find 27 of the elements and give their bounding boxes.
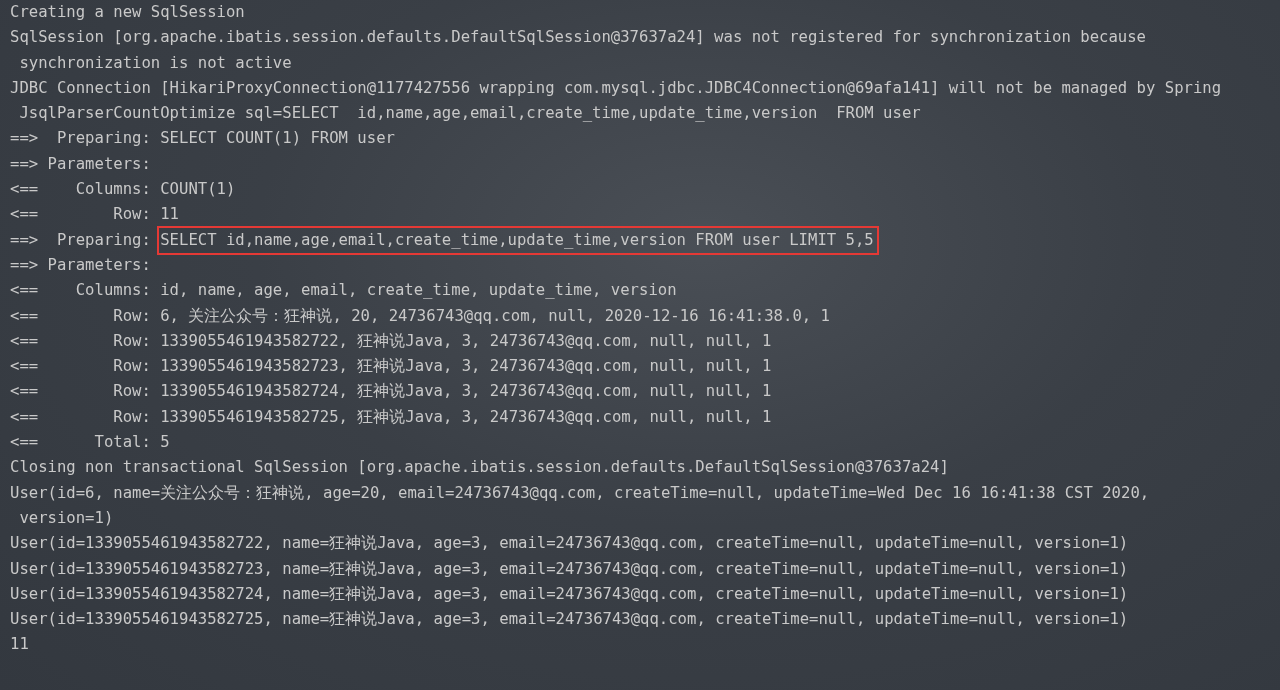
log-line: 11 [10, 634, 29, 656]
log-line: <== Row: 11 [10, 204, 179, 226]
log-line: Closing non transactional SqlSession [org.apache.ibatis.session.defaults.DefaultSqlSession@37637a24] [10, 457, 949, 479]
log-line: <== Row: 1339055461943582722, 狂神说Java, 3, 24736743@qq.com, null, null, 1 [10, 330, 772, 352]
highlighted-sql: SELECT id,name,age,email,create_time,update_time,version FROM user LIMIT 5,5 [157, 225, 879, 255]
log-line: <== Total: 5 [10, 432, 170, 454]
log-line: User(id=1339055461943582722, name=狂神说Java, age=3, email=24736743@qq.com, createTime=null, updateTime=null, version=1) [10, 533, 1129, 555]
log-line: <== Row: 1339055461943582723, 狂神说Java, 3, 24736743@qq.com, null, null, 1 [10, 356, 772, 378]
log-line: ==> Parameters: [10, 153, 152, 175]
log-line: JsqlParserCountOptimize sql=SELECT id,name,age,email,create_time,update_time,version FROM user [18, 103, 921, 125]
log-line: <== Row: 1339055461943582725, 狂神说Java, 3, 24736743@qq.com, null, null, 1 [10, 406, 772, 428]
log-line: User(id=1339055461943582725, name=狂神说Java, age=3, email=24736743@qq.com, createTime=null, updateTime=null, version=1) [10, 609, 1129, 631]
log-line: synchronization is not active [18, 52, 292, 74]
log-line: <== Row: 6, 关注公众号：狂神说, 20, 24736743@qq.com, null, 2020-12-16 16:41:38.0, 1 [10, 305, 830, 327]
log-line: ==> Parameters: [10, 254, 152, 276]
log-line: version=1) [18, 507, 114, 529]
log-line: JDBC Connection [HikariProxyConnection@1177427556 wrapping com.mysql.jdbc.JDBC4Connection@69afa141] will not be managed by Spring [10, 77, 1222, 99]
log-line: Creating a new SqlSession [10, 2, 245, 23]
log-line: User(id=6, name=关注公众号：狂神说, age=20, email=24736743@qq.com, createTime=null, updateTime=Wed Dec 16 16:41:38 CST 2020, [10, 482, 1150, 504]
log-line: User(id=1339055461943582724, name=狂神说Java, age=3, email=24736743@qq.com, createTime=null, updateTime=null, version=1) [10, 583, 1129, 605]
log-line: SqlSession [org.apache.ibatis.session.defaults.DefaultSqlSession@37637a24] was not registered for synchronization because [10, 27, 1146, 49]
log-line: ==> Preparing: [10, 229, 152, 251]
log-line: <== Columns: COUNT(1) [10, 179, 236, 201]
log-line: ==> Preparing: SELECT COUNT(1) FROM user [10, 128, 395, 150]
log-line: <== Row: 1339055461943582724, 狂神说Java, 3, 24736743@qq.com, null, null, 1 [10, 381, 772, 403]
log-line: <== Columns: id, name, age, email, create_time, update_time, version [10, 280, 677, 302]
log-line: User(id=1339055461943582723, name=狂神说Java, age=3, email=24736743@qq.com, createTime=null, updateTime=null, version=1) [10, 558, 1129, 580]
